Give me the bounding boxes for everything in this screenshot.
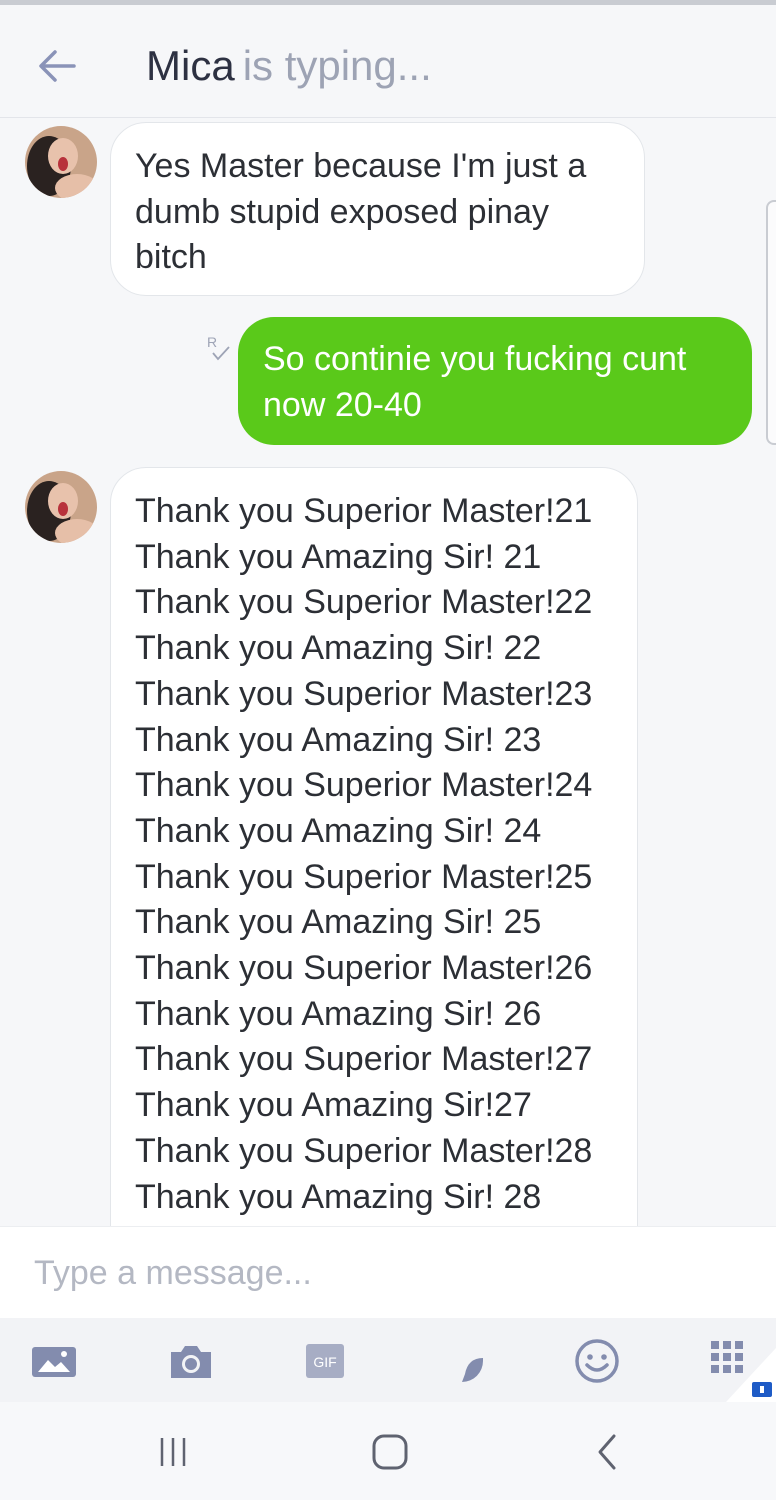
chat-title: Mica is typing... [146, 41, 432, 91]
recent-apps-icon[interactable] [152, 1430, 196, 1474]
message-line: Yes Master because I'm just a [135, 147, 587, 185]
camera-icon[interactable] [166, 1336, 216, 1386]
message-line: Thank you Amazing Sir! 25 [135, 903, 542, 942]
message-line: Thank you Superior Master!28 [135, 1131, 593, 1170]
contact-name[interactable]: Mica [146, 42, 235, 89]
message-line: Thank you Amazing Sir! 21 [135, 537, 542, 576]
sticker-icon[interactable] [438, 1336, 488, 1386]
composer-toolbar: GIF [0, 1318, 776, 1402]
message-line: Thank you Superior Master!26 [135, 949, 593, 988]
message-bubble-outgoing[interactable]: So continie you fucking cunt now 20-40 [238, 317, 752, 445]
gif-icon[interactable]: GIF [300, 1336, 350, 1386]
message-line: Thank you Superior Master!24 [135, 766, 593, 805]
gif-label: GIF [313, 1354, 336, 1370]
message-line: Thank you Superior Master!23 [135, 674, 593, 713]
message-line: Thank you Superior Master!25 [135, 857, 593, 896]
scroll-indicator[interactable] [766, 200, 776, 445]
chat-header: Mica is typing... [0, 5, 776, 118]
message-line: Thank you Amazing Sir!27 [135, 1086, 532, 1125]
message-line: dumb stupid exposed pinay [135, 192, 549, 231]
read-receipt-icon: R [205, 333, 233, 363]
message-line: now 20-40 [263, 386, 422, 424]
message-line: Thank you Amazing Sir! 26 [135, 994, 542, 1033]
message-line: Thank you Superior Master!27 [135, 1040, 593, 1079]
message-line: Thank you Amazing Sir! 28 [135, 1177, 542, 1216]
message-input[interactable]: Type a message... [0, 1226, 776, 1319]
message-line: Thank you Superior Master!22 [135, 583, 593, 622]
message-line: Thank you Superior Master!21 [135, 492, 593, 530]
gallery-icon[interactable] [30, 1336, 80, 1386]
read-receipt-letter: R [207, 334, 217, 350]
home-icon[interactable] [368, 1430, 412, 1474]
message-line: bitch [135, 238, 207, 277]
message-line: Thank you Amazing Sir! 24 [135, 811, 542, 850]
system-navigation-bar [0, 1402, 776, 1500]
contact-avatar[interactable] [25, 471, 97, 543]
secure-folder-icon[interactable] [726, 1348, 776, 1402]
emoji-icon[interactable] [572, 1336, 622, 1386]
message-line: So continie you fucking cunt [263, 340, 687, 378]
arrow-left-icon [39, 50, 76, 82]
back-nav-icon[interactable] [586, 1430, 630, 1474]
contact-avatar[interactable] [25, 126, 97, 198]
back-button[interactable] [36, 47, 78, 85]
message-bubble-incoming[interactable]: Thank you Superior Master!21 Thank you A… [110, 467, 638, 1267]
message-line: Thank you Amazing Sir! 23 [135, 720, 542, 759]
message-input-placeholder: Type a message... [34, 1254, 312, 1292]
message-bubble-incoming[interactable]: Yes Master because I'm just a dumb stupi… [110, 122, 645, 296]
message-line: Thank you Amazing Sir! 22 [135, 629, 542, 668]
typing-status: is typing... [242, 42, 432, 89]
